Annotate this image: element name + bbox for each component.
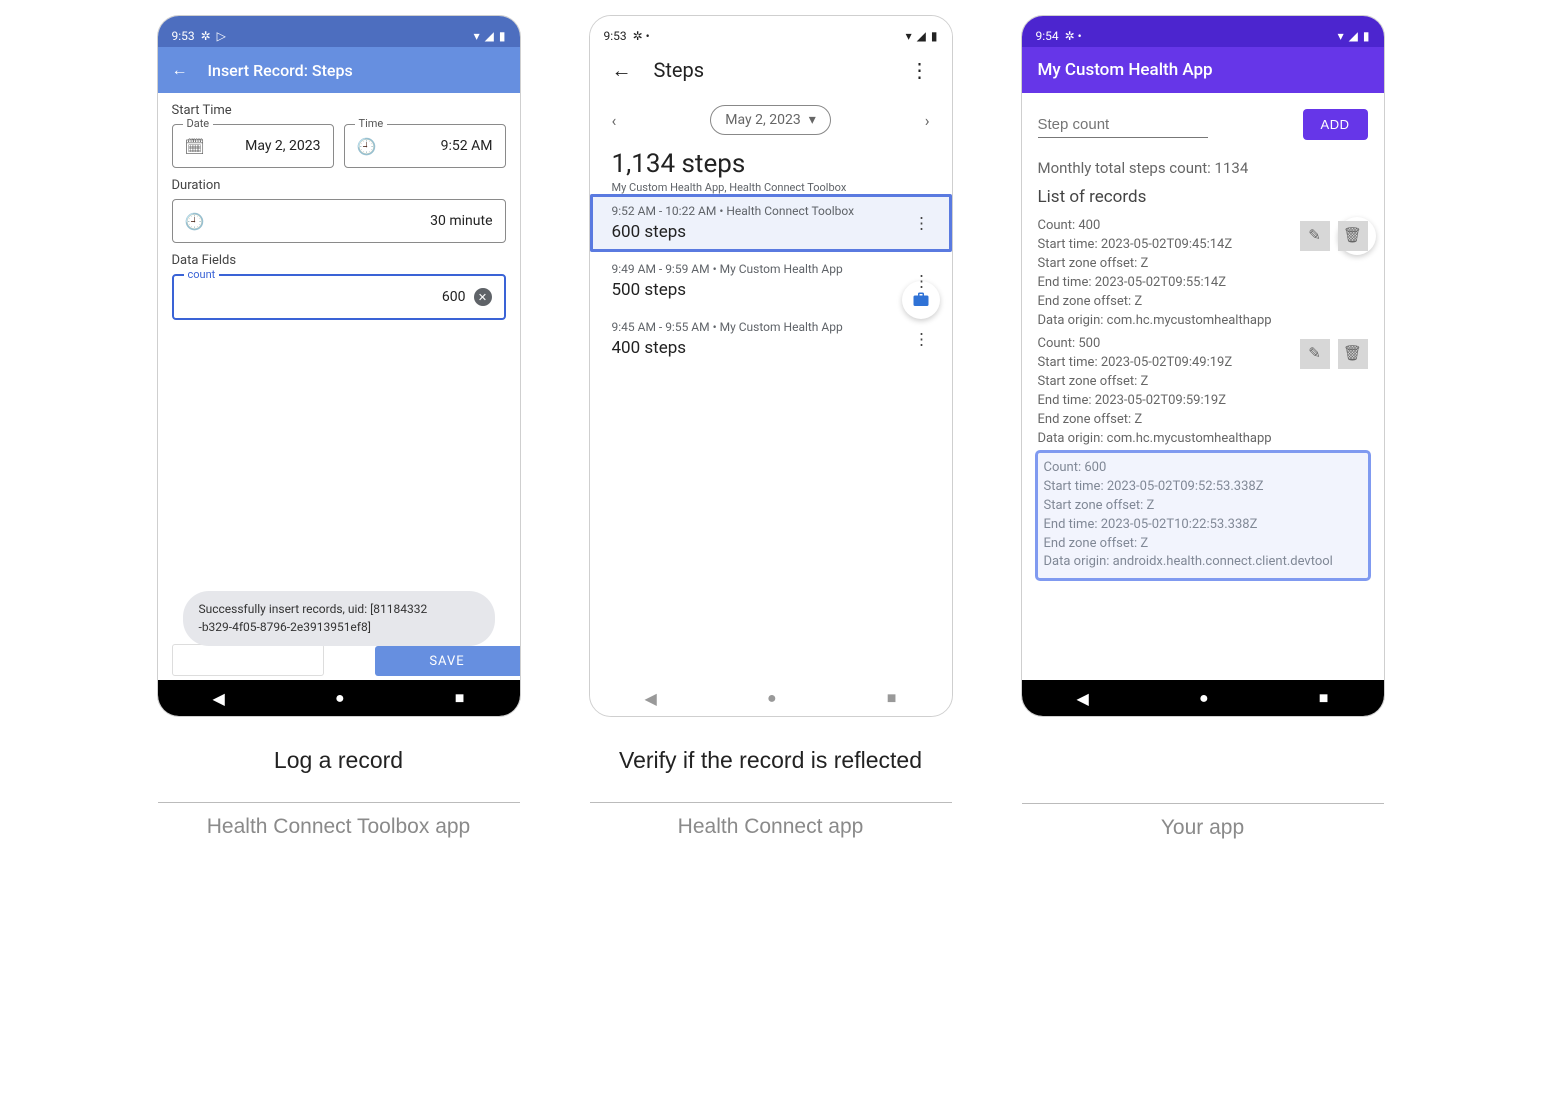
app-bar: My Custom Health App xyxy=(1022,47,1384,93)
count-field[interactable]: count 600 ✕ xyxy=(172,274,506,320)
signal-icon: ◢ xyxy=(485,29,494,43)
caption-right: Verify if the record is reflected xyxy=(619,747,922,774)
delete-button[interactable]: 🗑 xyxy=(1338,339,1368,369)
nav-home-icon[interactable]: ● xyxy=(767,688,777,708)
phone-health-connect: 9:53 ✲ • ▾ ◢ ▮ ← Steps ⋮ ‹ May 2, 2023 ▾ xyxy=(589,15,953,717)
more-icon[interactable]: ⋮ xyxy=(914,330,930,349)
edit-button[interactable]: ✎ xyxy=(1300,339,1330,369)
monthly-total: Monthly total steps count: 1134 xyxy=(1038,159,1368,177)
clock: 9:54 xyxy=(1036,29,1059,43)
battery-icon: ▮ xyxy=(931,29,938,43)
save-button[interactable]: SAVE xyxy=(375,646,520,676)
pinwheel-icon: ✲ xyxy=(201,29,211,43)
clock-icon: 🕘 xyxy=(357,137,377,156)
back-icon[interactable]: ← xyxy=(612,58,632,83)
time-field[interactable]: Time 🕘 9:52 AM xyxy=(344,124,506,168)
more-icon[interactable]: ⋮ xyxy=(914,272,930,291)
system-nav: ◀ ● ■ xyxy=(158,680,520,716)
clear-icon[interactable]: ✕ xyxy=(474,288,492,306)
nav-home-icon[interactable]: ● xyxy=(1199,688,1209,708)
system-nav: ◀ ● ■ xyxy=(590,680,952,716)
nav-back-icon[interactable]: ◀ xyxy=(213,689,225,708)
screen-title: Insert Record: Steps xyxy=(208,61,353,80)
date-field[interactable]: Date 🗓 May 2, 2023 xyxy=(172,124,334,168)
nav-recents-icon[interactable]: ■ xyxy=(455,688,465,708)
screen-title: Steps xyxy=(654,58,705,82)
more-icon[interactable]: ⋮ xyxy=(914,214,930,233)
pinwheel-icon: ✲ xyxy=(1065,29,1075,43)
wifi-icon: ▾ xyxy=(906,29,912,43)
pinwheel-icon: ✲ xyxy=(633,29,643,43)
sub-mid: Health Connect app xyxy=(678,815,864,839)
entry-meta: 9:49 AM - 9:59 AM • My Custom Health App xyxy=(612,262,930,276)
date-picker[interactable]: May 2, 2023 ▾ xyxy=(710,105,830,135)
delete-button[interactable]: 🗑 xyxy=(1338,221,1368,251)
duration-field[interactable]: 🕘 30 minute xyxy=(172,199,506,243)
status-bar: 9:53 ✲ • ▾ ◢ ▮ xyxy=(590,16,952,47)
back-icon[interactable]: ← xyxy=(172,60,188,80)
phone-toolbox: 9:53 ✲ ▷ ▾ ◢ ▮ ← Insert Record: Steps St… xyxy=(157,15,521,717)
duration-label: Duration xyxy=(158,168,520,199)
entry-value: 400 steps xyxy=(612,338,930,358)
wifi-icon: ▾ xyxy=(1338,29,1344,43)
steps-entry[interactable]: 9:49 AM - 9:59 AM • My Custom Health App… xyxy=(590,252,952,310)
signal-icon: ◢ xyxy=(1349,29,1358,43)
prev-day-icon[interactable]: ‹ xyxy=(612,111,617,130)
record-item: Count: 600Start time: 2023-05-02T09:52:5… xyxy=(1038,453,1368,579)
status-bar: 9:54 ✲ • ▾ ◢ ▮ xyxy=(1022,16,1384,47)
nav-recents-icon[interactable]: ■ xyxy=(887,688,897,708)
battery-icon: ▮ xyxy=(499,29,506,43)
entry-value: 600 steps xyxy=(612,222,930,242)
step-count-input[interactable] xyxy=(1038,112,1208,138)
play-icon: ▷ xyxy=(217,29,226,43)
toast: Successfully insert records, uid: [81184… xyxy=(183,591,495,646)
caption-left: Log a record xyxy=(274,747,403,774)
app-bar: ← Steps ⋮ xyxy=(590,47,952,93)
wifi-icon: ▾ xyxy=(474,29,480,43)
entry-value: 500 steps xyxy=(612,280,930,300)
next-day-icon[interactable]: › xyxy=(925,111,930,130)
cancel-button[interactable] xyxy=(172,644,324,676)
chevron-down-icon: ▾ xyxy=(809,112,816,128)
calendar-icon: 🗓 xyxy=(185,137,205,156)
nav-back-icon[interactable]: ◀ xyxy=(645,689,657,708)
nav-recents-icon[interactable]: ■ xyxy=(1319,688,1329,708)
system-nav: ◀ ● ■ xyxy=(1022,680,1384,716)
clock: 9:53 xyxy=(604,29,627,43)
app-title: My Custom Health App xyxy=(1038,60,1213,80)
status-bar: 9:53 ✲ ▷ ▾ ◢ ▮ xyxy=(158,16,520,47)
steps-entry[interactable]: 9:45 AM - 9:55 AM • My Custom Health App… xyxy=(590,310,952,368)
clock: 9:53 xyxy=(172,29,195,43)
list-header: List of records xyxy=(1038,187,1368,207)
steps-entry[interactable]: 9:52 AM - 10:22 AM • Health Connect Tool… xyxy=(590,194,952,252)
app-bar: ← Insert Record: Steps xyxy=(158,47,520,93)
sub-left: Health Connect Toolbox app xyxy=(207,815,470,839)
record-item: Count: 500Start time: 2023-05-02T09:49:1… xyxy=(1038,335,1368,449)
more-icon[interactable]: ⋮ xyxy=(910,58,930,82)
signal-icon: ◢ xyxy=(917,29,926,43)
battery-icon: ▮ xyxy=(1363,29,1370,43)
total-block: 1,134 steps My Custom Health App, Health… xyxy=(590,147,952,194)
edit-button[interactable]: ✎ xyxy=(1300,221,1330,251)
nav-home-icon[interactable]: ● xyxy=(335,688,345,708)
sub-right: Your app xyxy=(1161,816,1244,840)
clock-icon: 🕘 xyxy=(185,212,205,231)
entry-meta: 9:52 AM - 10:22 AM • Health Connect Tool… xyxy=(612,204,930,218)
nav-back-icon[interactable]: ◀ xyxy=(1077,689,1089,708)
phone-your-app: 9:54 ✲ • ▾ ◢ ▮ My Custom Health App ADD … xyxy=(1021,15,1385,717)
add-button[interactable]: ADD xyxy=(1303,109,1368,140)
record-item: Count: 400Start time: 2023-05-02T09:45:1… xyxy=(1038,217,1368,331)
entry-meta: 9:45 AM - 9:55 AM • My Custom Health App xyxy=(612,320,930,334)
